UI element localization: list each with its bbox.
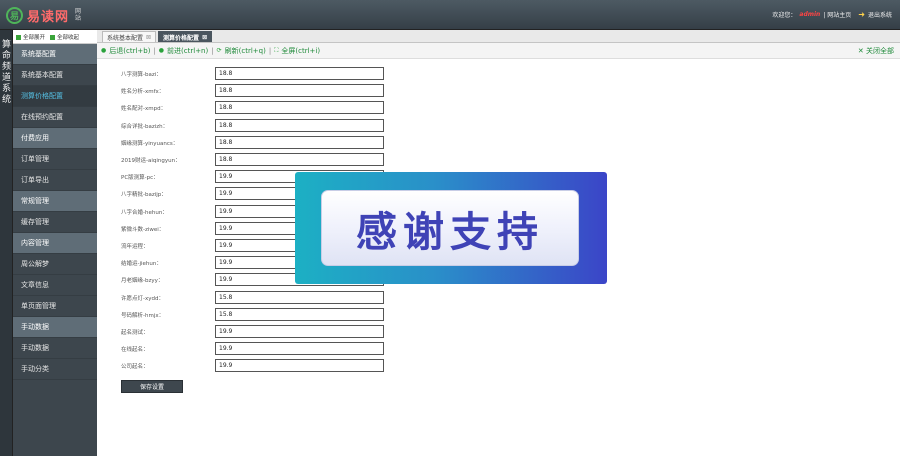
forward-icon: ●: [158, 47, 165, 54]
fullscreen-button[interactable]: 全屏(ctrl+i): [281, 46, 320, 56]
field-label: 八字精批-bazijp：: [121, 192, 167, 199]
sidebar-item[interactable]: 缓存管理: [13, 212, 97, 233]
sidebar-group[interactable]: 系统基配置: [13, 44, 97, 65]
form-row: 八字测算-bazi：: [97, 67, 497, 80]
close-all-icon: ✕: [857, 47, 864, 55]
form-row: 姓名配对-xmpd：: [97, 101, 497, 115]
price-input[interactable]: [215, 307, 384, 321]
tab-strip: 系统基本配置 ⊠ 测算价格配置 ⊠: [97, 30, 900, 43]
price-input[interactable]: [215, 118, 384, 132]
sidebar-tools: 全部展开 全部收起: [13, 30, 97, 44]
sidebar-group[interactable]: 手动数据: [13, 317, 97, 338]
field-label: 许愿点灯-xydd：: [121, 295, 164, 302]
field-label: 流年运程：: [121, 244, 149, 250]
field-label: 2019财运-aiqingyun：: [121, 158, 181, 164]
tab-close-icon[interactable]: ⊠: [202, 34, 207, 41]
price-input[interactable]: [215, 153, 384, 166]
sidebar-item[interactable]: 单页面管理: [13, 296, 97, 317]
logout-arrow-icon: ➜: [858, 10, 865, 19]
field-label: 在线起名：: [121, 347, 149, 354]
expand-square-icon: [16, 34, 21, 40]
field-label: 起名测试：: [121, 330, 149, 336]
thanks-banner: 感谢支持: [295, 172, 607, 284]
form-row: 综合详批-bazizh：: [97, 118, 497, 132]
price-input[interactable]: [215, 67, 384, 80]
tab-system-config[interactable]: 系统基本配置 ⊠: [102, 31, 157, 42]
fullscreen-icon: ⛶: [274, 46, 279, 54]
field-label: 八字合婚-hehun：: [121, 209, 168, 216]
username[interactable]: admin: [799, 11, 820, 18]
collapse-all-button[interactable]: 全部收起: [50, 33, 79, 41]
field-label: 月老姻缘-bzyy：: [121, 278, 164, 285]
toolbar: ● 后退(ctrl+b) | ● 前进(ctrl+n) | ⟳ 刷新(ctrl+…: [97, 43, 900, 59]
sidebar-group[interactable]: 内容管理: [13, 233, 97, 254]
field-label: PC版测算-pc：: [121, 175, 159, 182]
back-icon: ●: [101, 47, 107, 54]
price-input[interactable]: [215, 325, 384, 338]
form-row: 2019财运-aiqingyun：: [97, 153, 497, 166]
sidebar-menu: 系统基配置 系统基本配置 测算价格配置 在线预约配置 付费应用 订单管理 订单导出 常规管理缓…: [13, 44, 97, 380]
back-button[interactable]: 后退(ctrl+b): [109, 46, 150, 56]
price-input[interactable]: [215, 84, 384, 98]
sidebar-item[interactable]: 测算价格配置: [13, 86, 97, 107]
refresh-icon: ⟳: [216, 47, 222, 54]
sidebar: 全部展开 全部收起 系统基配置 系统基本配置 测算价格配置 在线预约配置 付费应用 订单管…: [13, 30, 97, 456]
price-input[interactable]: [215, 101, 384, 115]
form-row: 公司起名：: [97, 359, 497, 373]
forward-button[interactable]: 前进(ctrl+n): [167, 46, 208, 56]
field-label: 姻缘测算-yinyuancs：: [121, 140, 179, 147]
price-input[interactable]: [215, 290, 384, 304]
channel-strip: 算命频道系统: [0, 30, 13, 456]
field-label: 号码解析-hmjx：: [121, 312, 165, 319]
sidebar-group[interactable]: 常规管理: [13, 191, 97, 212]
logout-link[interactable]: 退出系统: [868, 10, 892, 19]
logo-text: 易读网: [27, 9, 70, 25]
user-area: 欢迎您： admin | 网站主页 ➜ 退出系统: [772, 10, 892, 19]
price-input[interactable]: [215, 359, 384, 373]
thanks-banner-panel: 感谢支持: [321, 190, 579, 266]
welcome-text: 欢迎您：: [772, 12, 797, 19]
price-input[interactable]: [215, 135, 384, 149]
sidebar-item[interactable]: 在线预约配置: [13, 107, 97, 128]
field-label: 姓名分析-xmfx：: [121, 89, 165, 96]
sidebar-item[interactable]: 手动分类: [13, 359, 97, 380]
form-row: 在线起名：: [97, 342, 497, 356]
logo-mark-icon: 易: [6, 6, 23, 24]
sidebar-item[interactable]: 手动数据: [13, 338, 97, 359]
collapse-square-icon: [50, 34, 56, 40]
tab-price-config[interactable]: 测算价格配置 ⊠: [158, 31, 213, 42]
form-row: 起名测试：: [97, 325, 497, 338]
form-row: 许愿点灯-xydd：: [97, 290, 497, 304]
form-row: 号码解析-hmjx：: [97, 307, 497, 321]
sidebar-item[interactable]: 周公解梦: [13, 254, 97, 275]
sidebar-item[interactable]: 订单管理: [13, 149, 97, 170]
price-input[interactable]: [215, 342, 384, 356]
field-label: 结婚运-jiehun：: [121, 261, 162, 268]
field-label: 紫微斗数-ziwei：: [121, 226, 165, 233]
field-label: 姓名配对-xmpd：: [121, 106, 167, 113]
save-settings-button[interactable]: 保存设置: [121, 380, 183, 393]
sidebar-item[interactable]: 系统基本配置: [13, 65, 97, 86]
tab-close-icon[interactable]: ⊠: [146, 34, 151, 41]
top-bar: 易 易读网 网 站 欢迎您： admin | 网站主页 ➜ 退出系统: [0, 0, 900, 30]
field-label: 公司起名：: [121, 364, 149, 371]
sidebar-item[interactable]: 文章信息: [13, 275, 97, 296]
field-label: 综合详批-bazizh：: [121, 123, 169, 130]
refresh-button[interactable]: 刷新(ctrl+q): [225, 46, 266, 56]
site-home-link[interactable]: | 网站主页: [823, 10, 851, 19]
sidebar-item[interactable]: 订单导出: [13, 170, 97, 191]
field-label: 八字测算-bazi：: [121, 72, 162, 78]
expand-all-button[interactable]: 全部展开: [16, 33, 45, 41]
site-logo[interactable]: 易 易读网 网 站: [6, 6, 82, 25]
thanks-banner-text: 感谢支持: [356, 208, 544, 256]
form-row: 姻缘测算-yinyuancs：: [97, 135, 497, 149]
close-all-button[interactable]: ✕ 关闭全部: [858, 46, 894, 56]
channel-label[interactable]: 算命频道系统: [0, 30, 13, 106]
logo-sub: 网 站: [75, 8, 82, 22]
sidebar-group[interactable]: 付费应用: [13, 128, 97, 149]
form-row: 姓名分析-xmfx：: [97, 84, 497, 98]
